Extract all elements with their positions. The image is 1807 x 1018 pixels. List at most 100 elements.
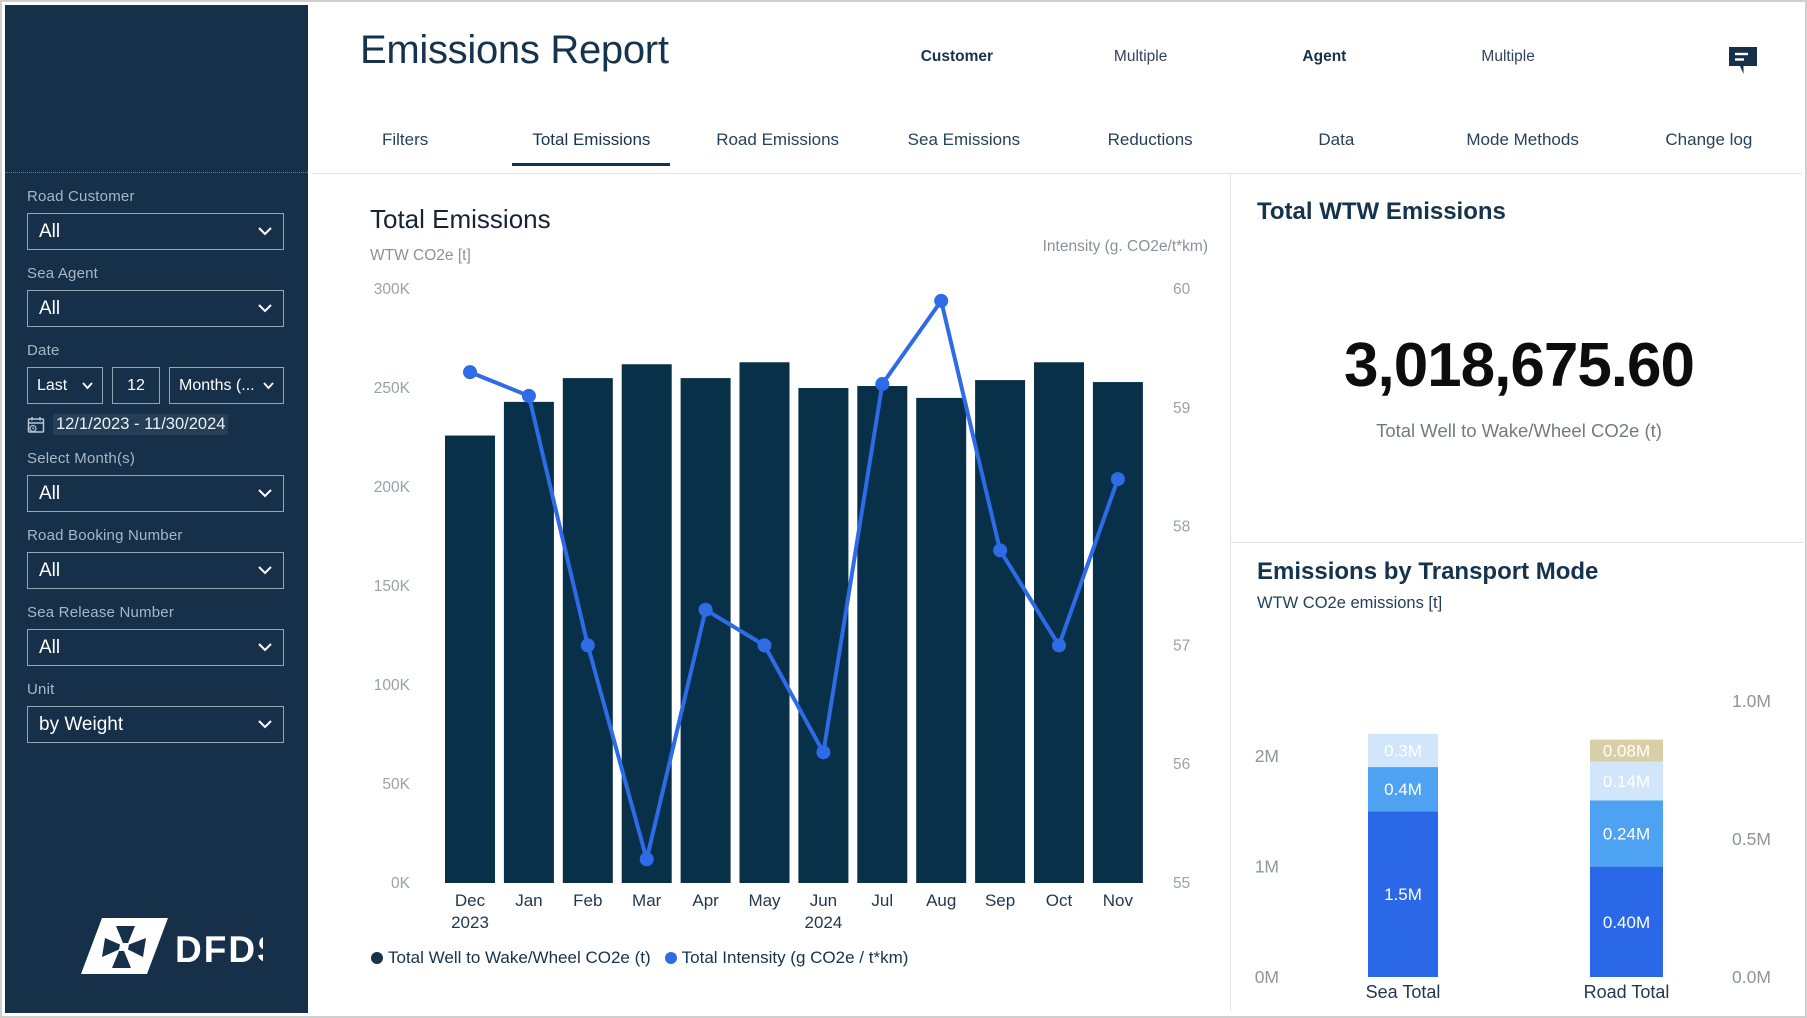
combo-chart: 0K50K100K150K200K250K300K555657585960Dec… xyxy=(322,200,1210,945)
bar-may[interactable] xyxy=(740,362,790,883)
bar-apr[interactable] xyxy=(681,378,731,883)
sea-agent-dropdown[interactable]: All xyxy=(27,290,284,327)
chevron-down-icon xyxy=(258,720,272,729)
point-feb[interactable] xyxy=(581,638,595,652)
x-axis-month: Nov xyxy=(1103,891,1134,910)
chevron-down-icon xyxy=(258,304,272,313)
dfds-logo-text: DFDS xyxy=(175,929,263,970)
stack-left-axis-tick: 1M xyxy=(1255,857,1279,877)
kpi-value: 3,018,675.60 xyxy=(1236,330,1802,401)
bar-oct[interactable] xyxy=(1034,362,1084,883)
x-axis-year: 2024 xyxy=(804,913,842,932)
bar-feb[interactable] xyxy=(563,378,613,883)
right-axis-tick: 57 xyxy=(1173,637,1190,654)
right-axis-tick: 58 xyxy=(1173,519,1190,536)
x-axis-month: Feb xyxy=(573,891,602,910)
filter-summary: Customer Multiple Agent Multiple xyxy=(865,48,1600,66)
combo-chart-legend: Total Well to Wake/Wheel CO2e (t) Total I… xyxy=(371,948,908,968)
legend-item-total-well-to-wake-wheel-co2e-t[interactable]: Total Well to Wake/Wheel CO2e (t) xyxy=(371,948,651,968)
tab-change-log[interactable]: Change log xyxy=(1616,118,1802,173)
chevron-down-icon xyxy=(258,566,272,575)
road-customer-label: Road Customer xyxy=(27,188,284,205)
bar-mar[interactable] xyxy=(622,364,672,883)
stacked-chart-title: Emissions by Transport Mode xyxy=(1257,558,1598,586)
segment-label: 0.08M xyxy=(1603,742,1650,761)
bar-sep[interactable] xyxy=(975,380,1025,883)
tab-sea-emissions[interactable]: Sea Emissions xyxy=(871,118,1057,173)
summary-customer-value: Multiple xyxy=(1049,48,1233,66)
bar-dec[interactable] xyxy=(445,436,495,883)
date-range-text: 12/1/2023 - 11/30/2024 xyxy=(53,414,228,435)
point-nov[interactable] xyxy=(1111,472,1125,486)
stack-left-axis-tick: 0M xyxy=(1255,967,1279,987)
select-months-label: Select Month(s) xyxy=(27,450,284,467)
date-unit-dropdown[interactable]: Months (... xyxy=(169,367,284,404)
unit-dropdown[interactable]: by Weight xyxy=(27,706,284,743)
x-axis-month: Dec xyxy=(455,891,486,910)
legend-dot xyxy=(371,952,383,964)
kpi-subtitle: Total Well to Wake/Wheel CO2e (t) xyxy=(1236,420,1802,442)
x-axis-month: Oct xyxy=(1046,891,1073,910)
stack-right-axis-tick: 0.0M xyxy=(1732,967,1771,987)
select-months-dropdown[interactable]: All xyxy=(27,475,284,512)
point-jun[interactable] xyxy=(816,745,830,759)
tab-road-emissions[interactable]: Road Emissions xyxy=(685,118,871,173)
bar-jul[interactable] xyxy=(857,386,907,883)
date-unit-value: Months (... xyxy=(179,377,255,395)
point-apr[interactable] xyxy=(699,603,713,617)
road-booking-dropdown[interactable]: All xyxy=(27,552,284,589)
x-axis-month: Mar xyxy=(632,891,662,910)
tab-mode-methods[interactable]: Mode Methods xyxy=(1430,118,1616,173)
summary-customer-label: Customer xyxy=(865,48,1049,66)
left-axis-tick: 150K xyxy=(374,578,411,595)
right-axis-tick: 60 xyxy=(1173,281,1191,298)
tab-reductions[interactable]: Reductions xyxy=(1057,118,1243,173)
stack-right-axis-tick: 0.5M xyxy=(1732,829,1771,849)
select-months-value: All xyxy=(39,483,60,505)
tab-total-emissions[interactable]: Total Emissions xyxy=(498,118,684,173)
point-oct[interactable] xyxy=(1052,638,1066,652)
sea-release-dropdown[interactable]: All xyxy=(27,629,284,666)
legend-label: Total Intensity (g CO2e / t*km) xyxy=(682,948,909,968)
emissions-report-page: Road Customer All Sea Agent All Date Las… xyxy=(0,0,1807,1018)
date-mode-dropdown[interactable]: Last xyxy=(27,367,103,404)
summary-agent-value: Multiple xyxy=(1416,48,1600,66)
comment-icon[interactable] xyxy=(1726,45,1760,82)
point-jul[interactable] xyxy=(875,377,889,391)
date-controls: Last 12 Months (... xyxy=(27,367,284,404)
left-axis-tick: 200K xyxy=(374,479,411,496)
x-axis-month: Aug xyxy=(926,891,956,910)
legend-dot xyxy=(665,952,677,964)
chevron-down-icon xyxy=(258,643,272,652)
bar-nov[interactable] xyxy=(1093,382,1143,883)
point-jan[interactable] xyxy=(522,389,536,403)
legend-label: Total Well to Wake/Wheel CO2e (t) xyxy=(388,948,651,968)
segment-label: 0.14M xyxy=(1603,772,1650,791)
chevron-down-icon xyxy=(82,382,93,390)
segment-label: 0.3M xyxy=(1384,741,1422,760)
panel-divider-horizontal xyxy=(1231,542,1804,543)
left-axis-tick: 0K xyxy=(391,875,411,892)
legend-item-total-intensity-g-co2e-t-km[interactable]: Total Intensity (g CO2e / t*km) xyxy=(665,948,909,968)
calendar-clock-icon xyxy=(27,416,45,434)
unit-label: Unit xyxy=(27,681,284,698)
point-sep[interactable] xyxy=(993,543,1007,557)
point-aug[interactable] xyxy=(934,294,948,308)
x-axis-month: May xyxy=(748,891,781,910)
tab-data[interactable]: Data xyxy=(1243,118,1429,173)
stacked-chart-subtitle: WTW CO2e emissions [t] xyxy=(1257,594,1442,613)
unit-value: by Weight xyxy=(39,714,123,736)
point-may[interactable] xyxy=(758,638,772,652)
date-label: Date xyxy=(27,342,284,359)
tab-filters[interactable]: Filters xyxy=(312,118,498,173)
filter-sidebar: Road Customer All Sea Agent All Date Las… xyxy=(5,5,308,1013)
x-axis-month: Jun xyxy=(810,891,837,910)
date-mode-value: Last xyxy=(37,377,67,395)
point-mar[interactable] xyxy=(640,852,654,866)
road-customer-dropdown[interactable]: All xyxy=(27,213,284,250)
point-dec[interactable] xyxy=(463,365,477,379)
segment-label: 1.5M xyxy=(1384,885,1422,904)
bar-aug[interactable] xyxy=(916,398,966,883)
date-count-input[interactable]: 12 xyxy=(112,367,160,404)
x-axis-year: 2023 xyxy=(451,913,489,932)
